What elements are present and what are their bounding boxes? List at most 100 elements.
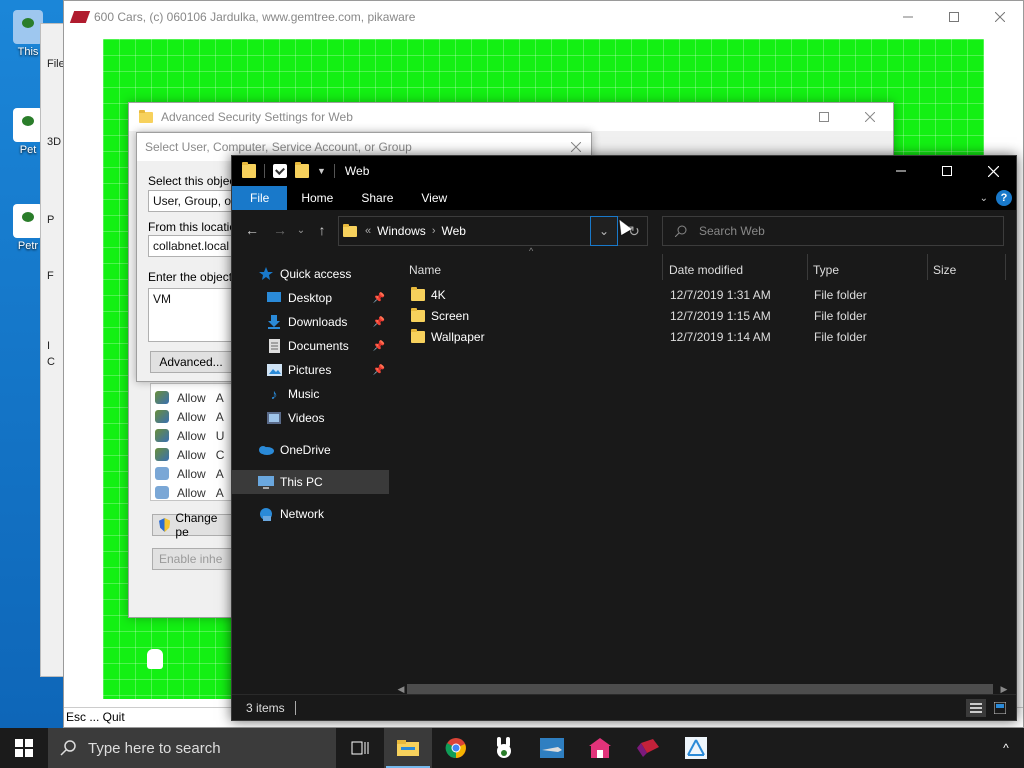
taskbar-bunny-app[interactable] — [480, 728, 528, 768]
recent-locations-button[interactable]: ⌄ — [294, 216, 308, 244]
taskbar-house-app[interactable] — [576, 728, 624, 768]
up-button[interactable]: ↑ — [308, 216, 336, 244]
minimize-button[interactable] — [878, 155, 924, 187]
permission-row[interactable]: Allow A — [151, 388, 233, 407]
tab-home[interactable]: Home — [287, 186, 347, 210]
pin-icon[interactable]: 📌 — [373, 341, 385, 352]
nav-pictures[interactable]: Pictures 📌 — [232, 358, 389, 382]
principal: A — [215, 485, 224, 500]
file-name[interactable]: Wallpaper — [411, 326, 485, 347]
permission-row[interactable]: Allow C — [151, 445, 233, 464]
overflow-chevron-icon[interactable]: « — [365, 225, 371, 237]
uac-shield-icon — [159, 518, 171, 532]
principal: A — [215, 409, 224, 424]
permission-row[interactable]: Allow A — [151, 483, 233, 502]
maximize-button[interactable] — [924, 155, 970, 187]
window-title: 600 Cars, (c) 060106 Jardulka, www.gemtr… — [94, 10, 416, 24]
close-button[interactable] — [970, 155, 1016, 187]
tab-file[interactable]: File — [232, 186, 288, 210]
background-app-window[interactable]: File 3D P F I C — [40, 23, 65, 677]
taskbar-cars-app[interactable] — [624, 728, 672, 768]
game-titlebar[interactable]: 600 Cars, (c) 060106 Jardulka, www.gemtr… — [64, 1, 1023, 33]
taskbar-chrome[interactable] — [432, 728, 480, 768]
task-view-icon — [351, 741, 369, 755]
scrollbar-thumb[interactable] — [407, 684, 993, 694]
close-button[interactable] — [977, 1, 1023, 33]
tab-share[interactable]: Share — [347, 186, 407, 210]
nav-desktop[interactable]: Desktop 📌 — [232, 286, 389, 310]
column-header-size[interactable]: Size — [927, 258, 1003, 282]
start-button[interactable] — [0, 728, 48, 768]
tab-view[interactable]: View — [407, 186, 461, 210]
nav-videos[interactable]: Videos — [232, 406, 389, 430]
permission-type: Allow — [177, 409, 206, 424]
permission-row[interactable]: Allow A — [151, 407, 233, 426]
permission-row[interactable]: Allow U — [151, 426, 233, 445]
nav-label: Documents — [288, 339, 349, 353]
breadcrumb-web[interactable]: Web — [441, 224, 465, 238]
nav-this-pc[interactable]: This PC — [232, 470, 389, 494]
item-count: 3 items — [246, 700, 285, 715]
pin-icon[interactable]: 📌 — [373, 317, 385, 328]
chevron-down-icon[interactable]: ▼ — [317, 166, 326, 176]
security-titlebar[interactable]: Advanced Security Settings for Web — [129, 103, 893, 131]
back-button[interactable]: ← — [238, 216, 266, 244]
permission-row[interactable]: Allow A — [151, 464, 233, 483]
column-header-type[interactable]: Type — [807, 258, 925, 282]
enable-inheritance-button[interactable]: Enable inhe — [152, 548, 234, 570]
bunny-sprite — [147, 649, 163, 669]
taskbar-file-explorer[interactable] — [384, 728, 432, 768]
file-explorer-window[interactable]: ▼ Web File Home Share View ⌄ ? ← → ⌄ ↑ «… — [231, 155, 1017, 721]
breadcrumb-windows[interactable]: Windows — [377, 224, 426, 238]
file-list-pane[interactable]: ^ Name Date modified Type Size 4K 12/7/2… — [389, 246, 1016, 696]
file-name[interactable]: 4K — [411, 284, 446, 305]
forward-button[interactable]: → — [266, 216, 294, 244]
help-icon[interactable]: ? — [996, 190, 1012, 206]
close-button[interactable] — [847, 101, 893, 133]
chevron-right-icon[interactable]: › — [432, 225, 436, 237]
large-icons-view-button[interactable] — [990, 699, 1010, 717]
permission-type: Allow — [177, 485, 206, 500]
column-header-date-modified[interactable]: Date modified — [663, 258, 806, 282]
window-title: Advanced Security Settings for Web — [161, 110, 353, 124]
navigation-pane[interactable]: Quick access Desktop 📌 Downloads 📌 Docum… — [232, 250, 389, 696]
taskbar-network-app[interactable] — [672, 728, 720, 768]
dialog-title: Select User, Computer, Service Account, … — [145, 140, 412, 154]
object-names-input[interactable]: VM — [148, 288, 232, 342]
pin-icon[interactable]: 📌 — [373, 365, 385, 376]
taskbar-shark-app[interactable] — [528, 728, 576, 768]
principal: A — [215, 466, 224, 481]
menu-file[interactable]: File — [41, 56, 65, 72]
task-view-button[interactable] — [336, 728, 384, 768]
explorer-titlebar[interactable]: ▼ Web — [232, 156, 1016, 186]
column-header-name[interactable]: Name — [403, 258, 655, 282]
taskbar-search-box[interactable]: Type here to search — [48, 728, 336, 768]
nav-network[interactable]: Network — [232, 502, 389, 526]
address-dropdown-button[interactable]: ⌄ — [590, 216, 618, 246]
advanced-button[interactable]: Advanced... — [150, 351, 232, 373]
file-date: 12/7/2019 1:15 AM — [670, 308, 771, 323]
maximize-button[interactable] — [931, 1, 977, 33]
nav-documents[interactable]: Documents 📌 — [232, 334, 389, 358]
properties-icon[interactable] — [273, 164, 287, 178]
nav-music[interactable]: ♪ Music — [232, 382, 389, 406]
nav-downloads[interactable]: Downloads 📌 — [232, 310, 389, 334]
details-view-button[interactable] — [966, 699, 986, 717]
nav-quick-access[interactable]: Quick access — [232, 262, 389, 286]
chrome-icon — [445, 738, 466, 759]
search-input[interactable]: Search Web — [662, 216, 1004, 246]
expand-ribbon-icon[interactable]: ⌄ — [980, 193, 988, 204]
maximize-button[interactable] — [801, 101, 847, 133]
desktop-icon-label: Petr — [17, 240, 39, 252]
minimize-button[interactable] — [885, 1, 931, 33]
taskbar: Type here to search ^ — [0, 728, 1024, 768]
pin-icon[interactable]: 📌 — [373, 293, 385, 304]
change-permissions-button[interactable]: Change pe — [152, 511, 234, 539]
nav-onedrive[interactable]: OneDrive — [232, 438, 389, 462]
house-app-icon — [589, 738, 611, 758]
file-name[interactable]: Screen — [411, 305, 469, 326]
column-divider[interactable] — [1005, 254, 1006, 280]
permission-entries-list[interactable]: Allow A Allow A Allow U Allow C Allow A Allow… — [150, 383, 234, 501]
show-hidden-icons-button[interactable]: ^ — [988, 728, 1024, 768]
new-folder-icon[interactable] — [295, 162, 309, 178]
